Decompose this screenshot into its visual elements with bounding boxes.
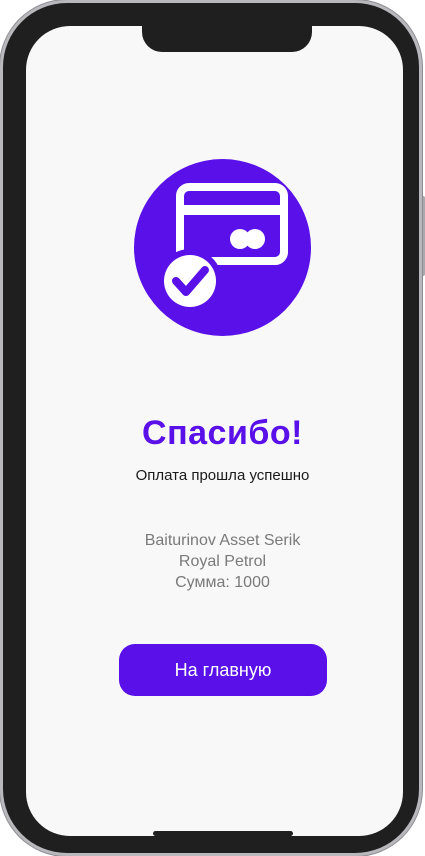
merchant-name: Royal Petrol <box>178 553 267 570</box>
success-title: Спасибо! <box>142 414 303 452</box>
home-button[interactable]: На главную <box>119 644 327 696</box>
notch <box>142 18 312 52</box>
success-subtitle: Оплата прошла успешно <box>135 467 310 484</box>
power-button <box>421 196 425 276</box>
credit-card-check-icon <box>158 183 288 313</box>
payment-success-screen: Спасибо! Оплата прошла успешно Baiturino… <box>26 26 403 836</box>
payment-details: Baiturinov Asset Serik Royal Petrol Сумм… <box>26 530 403 593</box>
payer-name: Baiturinov Asset Serik <box>144 532 301 549</box>
phone-frame: Спасибо! Оплата прошла успешно Baiturino… <box>3 3 419 853</box>
payment-amount: Сумма: 1000 <box>175 574 270 591</box>
card-payment-success-icon <box>134 159 311 336</box>
home-indicator <box>153 831 293 836</box>
